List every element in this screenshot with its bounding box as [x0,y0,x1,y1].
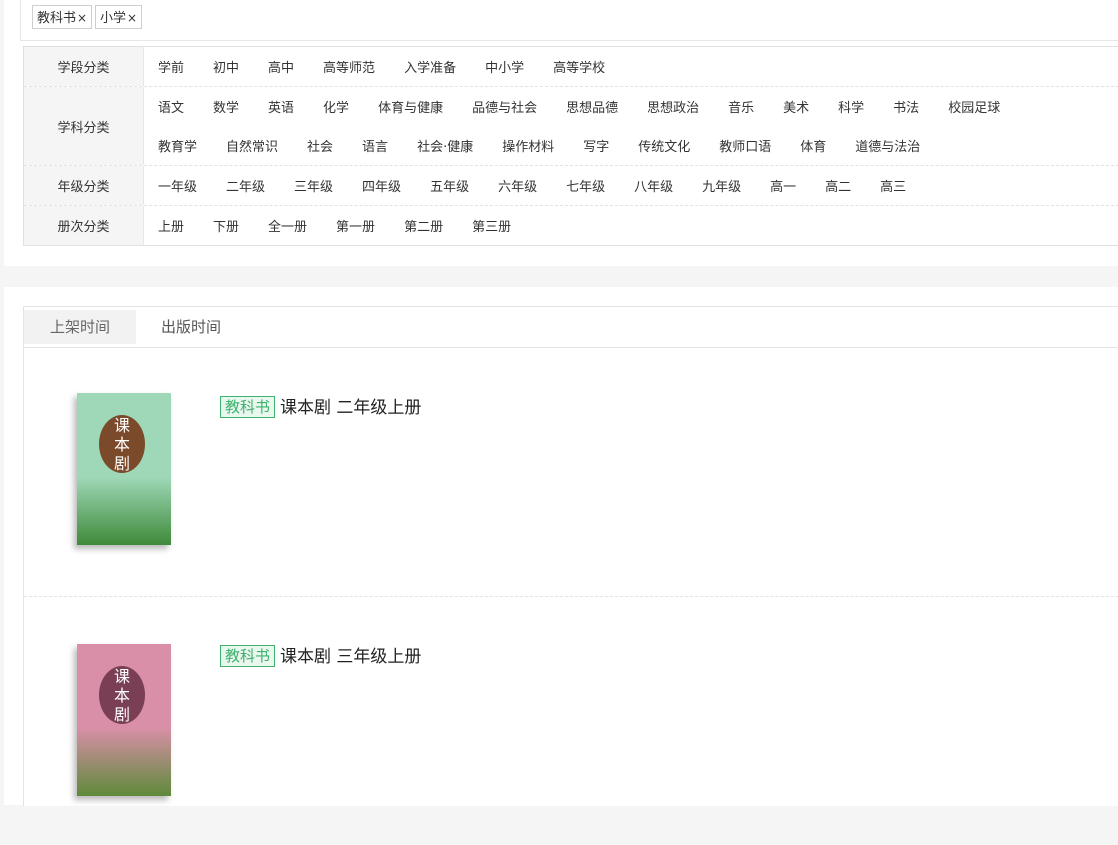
filter-option[interactable]: 第一册 [336,216,375,235]
filter-option[interactable]: 道德与法治 [855,136,920,155]
filter-option[interactable]: 教师口语 [719,136,771,155]
filter-option[interactable]: 思想政治 [647,97,699,116]
filter-option[interactable]: 音乐 [728,97,754,116]
filter-option[interactable]: 传统文化 [638,136,690,155]
filter-option[interactable]: 科学 [838,97,864,116]
cover-title-circle: 课 本 剧 [99,666,145,724]
book-list: 上架时间 出版时间 课 本 剧 教科书 课本剧 二年级上册 课 本 剧 教科书 课本… [23,306,1118,806]
remove-tag-icon[interactable]: × [77,11,87,25]
filter-option[interactable]: 上册 [158,216,184,235]
filter-option[interactable]: 语言 [362,136,388,155]
filter-option[interactable]: 一年级 [158,176,197,195]
filter-option[interactable]: 体育与健康 [378,97,443,116]
filter-row-title: 学段分类 [24,47,144,86]
remove-tag-icon[interactable]: × [127,11,137,25]
filter-option[interactable]: 入学准备 [404,57,456,76]
filter-option[interactable]: 高等师范 [323,57,375,76]
filter-option[interactable]: 教育学 [158,136,197,155]
filter-option[interactable]: 品德与社会 [472,97,537,116]
filter-option[interactable]: 数学 [213,97,239,116]
cover-title-char: 剧 [113,454,130,473]
book-title-link[interactable]: 教科书 课本剧 二年级上册 [220,393,421,418]
filter-option[interactable]: 化学 [323,97,349,116]
filter-row-title: 年级分类 [24,166,144,205]
filter-table: 学段分类 学前 初中 高中 高等师范 入学准备 中小学 高等学校 学科分类 语文… [23,46,1118,246]
filter-option[interactable]: 操作材料 [502,136,554,155]
filter-option[interactable]: 下册 [213,216,239,235]
category-badge: 教科书 [220,396,276,418]
filter-option[interactable]: 写字 [583,136,609,155]
filter-row-volume: 册次分类 上册 下册 全一册 第一册 第二册 第三册 [24,206,1118,245]
filter-option[interactable]: 初中 [213,57,239,76]
selected-filter-tag-primary[interactable]: 小学× [95,5,143,29]
book-title-link[interactable]: 教科书 课本剧 三年级上册 [220,642,421,667]
filter-option[interactable]: 体育 [800,136,826,155]
filter-option[interactable]: 高三 [880,176,906,195]
filter-option[interactable]: 六年级 [498,176,537,195]
book-cover-image[interactable]: 课 本 剧 [77,644,171,796]
filter-option[interactable]: 五年级 [430,176,469,195]
book-cover-image[interactable]: 课 本 剧 [77,393,171,545]
filter-option[interactable]: 美术 [783,97,809,116]
selected-filter-tag-textbook[interactable]: 教科书× [32,5,93,29]
filter-option[interactable]: 书法 [893,97,919,116]
filter-option[interactable]: 思想品德 [566,97,618,116]
cover-title-char: 课 [113,667,130,686]
filter-option[interactable]: 七年级 [566,176,605,195]
cover-title-char: 剧 [113,705,130,724]
filter-row-grade: 年级分类 一年级 二年级 三年级 四年级 五年级 六年级 七年级 八年级 九年级… [24,166,1118,206]
filter-row-subject: 学科分类 语文 数学 英语 化学 体育与健康 品德与社会 思想品德 思想政治 音… [24,87,1118,166]
filter-option[interactable]: 英语 [268,97,294,116]
filter-option[interactable]: 学前 [158,57,184,76]
filter-option[interactable]: 八年级 [634,176,673,195]
filter-option[interactable]: 高二 [825,176,851,195]
filter-option[interactable]: 三年级 [294,176,333,195]
filter-option[interactable]: 第三册 [472,216,511,235]
filter-option[interactable]: 语文 [158,97,184,116]
selected-filters-bar: 教科书× 小学× [20,0,1118,41]
filter-option[interactable]: 二年级 [226,176,265,195]
filter-option[interactable]: 社会·健康 [417,136,473,155]
cover-title-char: 课 [113,416,130,435]
book-title: 课本剧 二年级上册 [280,398,422,418]
filter-option[interactable]: 高中 [268,57,294,76]
filter-option[interactable]: 四年级 [362,176,401,195]
list-item: 课 本 剧 教科书 课本剧 二年级上册 [24,348,1118,597]
filter-option[interactable]: 自然常识 [226,136,278,155]
filter-option[interactable]: 高等学校 [553,57,605,76]
tag-label: 小学 [100,11,127,26]
cover-title-char: 本 [113,686,130,705]
filter-option[interactable]: 九年级 [702,176,741,195]
category-badge: 教科书 [220,645,276,667]
filter-option[interactable]: 中小学 [485,57,524,76]
sort-bar: 上架时间 出版时间 [24,307,1118,348]
cover-title-circle: 课 本 剧 [99,415,145,473]
list-item: 课 本 剧 教科书 课本剧 三年级上册 [24,597,1118,845]
filter-option[interactable]: 校园足球 [948,97,1000,116]
tab-publish-time[interactable]: 出版时间 [136,310,246,344]
tag-label: 教科书 [37,11,77,26]
filter-row-title: 册次分类 [24,206,144,245]
filter-option[interactable]: 高一 [770,176,796,195]
filter-option[interactable]: 全一册 [268,216,307,235]
filter-option[interactable]: 社会 [307,136,333,155]
book-title: 课本剧 三年级上册 [280,647,422,667]
tab-shelf-time[interactable]: 上架时间 [24,310,136,344]
filter-option[interactable]: 第二册 [404,216,443,235]
cover-title-char: 本 [113,435,130,454]
filter-row-title: 学科分类 [24,87,144,165]
filter-row-stage: 学段分类 学前 初中 高中 高等师范 入学准备 中小学 高等学校 [24,47,1118,87]
